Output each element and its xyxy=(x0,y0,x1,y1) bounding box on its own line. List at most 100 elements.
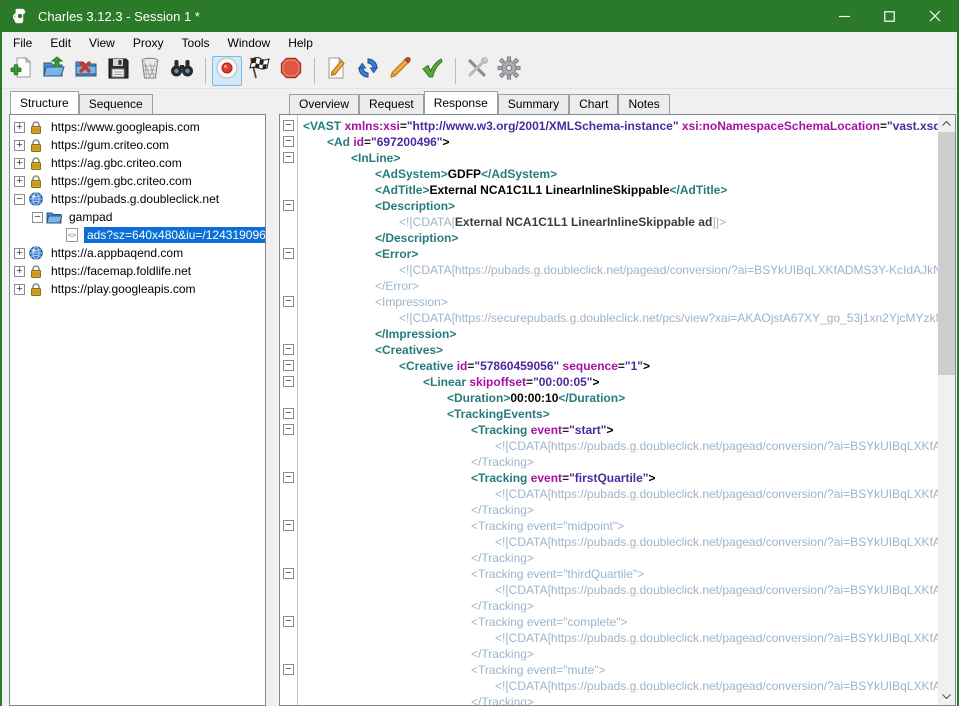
tab-sequence[interactable]: Sequence xyxy=(79,94,153,114)
tab-request[interactable]: Request xyxy=(359,94,424,114)
edit-button[interactable] xyxy=(385,56,415,86)
xml-line: <![CDATA[https://pubads.g.doubleclick.ne… xyxy=(299,582,938,598)
xml-line: </Error> xyxy=(299,278,938,294)
tab-structure[interactable]: Structure xyxy=(10,91,79,114)
tree-row[interactable]: + https://gem.gbc.criteo.com xyxy=(10,172,265,190)
xml-line: <![CDATA[External NCA1C1L1 LinearInlineS… xyxy=(299,214,938,230)
tree-row-label: https://gem.gbc.criteo.com xyxy=(48,173,195,189)
gear-icon xyxy=(497,56,521,85)
save-session-button[interactable] xyxy=(103,56,133,86)
tree-row-label: https://play.googleapis.com xyxy=(48,281,199,297)
xml-content: <VAST xmlns:xsi="http://www.w3.org/2001/… xyxy=(299,115,938,705)
close-icon xyxy=(929,10,941,22)
record-button[interactable] xyxy=(212,56,242,86)
xml-collapse-toggle[interactable]: − xyxy=(283,248,294,259)
xml-collapse-toggle[interactable]: − xyxy=(283,616,294,627)
refresh-icon xyxy=(356,56,380,85)
xml-collapse-toggle[interactable]: − xyxy=(283,424,294,435)
title-bar[interactable]: Charles 3.12.3 - Session 1 * xyxy=(2,0,957,32)
menu-help[interactable]: Help xyxy=(279,34,322,52)
minimize-button[interactable] xyxy=(822,0,867,32)
xml-collapse-toggle[interactable]: − xyxy=(283,344,294,355)
page-pencil-icon xyxy=(324,56,348,85)
menu-file[interactable]: File xyxy=(4,34,41,52)
tree-row[interactable]: +https://www.googleapis.com xyxy=(10,118,265,136)
tab-notes[interactable]: Notes xyxy=(618,94,669,114)
xml-line: <Tracking event="start"> xyxy=(299,422,938,438)
menu-proxy[interactable]: Proxy xyxy=(124,34,173,52)
expand-toggle-icon[interactable]: + xyxy=(14,140,25,151)
tab-summary[interactable]: Summary xyxy=(498,94,569,114)
xml-line: </Tracking> xyxy=(299,454,938,470)
xml-line: <![CDATA[https://pubads.g.doubleclick.ne… xyxy=(299,486,938,502)
checkered-flag-icon xyxy=(247,56,271,85)
menu-window[interactable]: Window xyxy=(219,34,280,52)
tree-row[interactable]: −gampad xyxy=(10,208,265,226)
chevron-up-icon xyxy=(942,121,951,126)
menu-tools[interactable]: Tools xyxy=(173,34,219,52)
xml-line: <Duration>00:00:10</Duration> xyxy=(299,390,938,406)
menu-edit[interactable]: Edit xyxy=(41,34,80,52)
scrollbar-thumb[interactable] xyxy=(938,132,955,375)
clear-session-button[interactable] xyxy=(135,56,165,86)
xml-collapse-toggle[interactable]: − xyxy=(283,664,294,675)
xml-line: </Tracking> xyxy=(299,694,938,705)
xml-collapse-toggle[interactable]: − xyxy=(283,296,294,307)
tools-button[interactable] xyxy=(462,56,492,86)
tree-row[interactable]: +https://a.appbaqend.com xyxy=(10,244,265,262)
menu-view[interactable]: View xyxy=(80,34,124,52)
xml-line: <Tracking event="complete"> xyxy=(299,614,938,630)
maximize-button[interactable] xyxy=(867,0,912,32)
settings-button[interactable] xyxy=(494,56,524,86)
tab-overview[interactable]: Overview xyxy=(289,94,359,114)
structure-tree[interactable]: +https://www.googleapis.com+https://gum.… xyxy=(9,114,266,706)
xml-collapse-toggle[interactable]: − xyxy=(283,376,294,387)
tab-chart[interactable]: Chart xyxy=(569,94,618,114)
xml-collapse-gutter: − − − − − − − − − − − − − − − − xyxy=(280,115,298,705)
repeat-button[interactable] xyxy=(353,56,383,86)
tab-response[interactable]: Response xyxy=(424,91,498,114)
throttling-button[interactable] xyxy=(244,56,274,86)
xml-collapse-toggle[interactable]: − xyxy=(283,568,294,579)
tree-row-label: https://pubads.g.doubleclick.net xyxy=(48,191,222,207)
toolbar-separator xyxy=(455,58,456,84)
lock-icon xyxy=(28,156,44,170)
collapse-toggle-icon[interactable]: − xyxy=(32,212,43,223)
tree-row[interactable]: + https://play.googleapis.com xyxy=(10,280,265,298)
xml-collapse-toggle[interactable]: − xyxy=(283,200,294,211)
xml-collapse-toggle[interactable]: − xyxy=(283,136,294,147)
globe-icon xyxy=(28,192,44,206)
open-session-button[interactable] xyxy=(39,56,69,86)
lock-icon xyxy=(28,282,44,296)
compose-button[interactable] xyxy=(321,56,351,86)
expand-toggle-icon[interactable]: + xyxy=(14,176,25,187)
new-session-button[interactable] xyxy=(7,56,37,86)
expand-toggle-icon[interactable]: + xyxy=(14,284,25,295)
xml-line: <AdSystem>GDFP</AdSystem> xyxy=(299,166,938,182)
xml-collapse-toggle[interactable]: − xyxy=(283,152,294,163)
folder-close-icon xyxy=(74,56,98,85)
tree-row[interactable]: <>ads?sz=640x480&iu=/124319096/ex xyxy=(10,226,265,244)
tree-row[interactable]: +https://gum.criteo.com xyxy=(10,136,265,154)
expand-toggle-icon[interactable]: + xyxy=(14,248,25,259)
tree-row[interactable]: +https://facemap.foldlife.net xyxy=(10,262,265,280)
close-button[interactable] xyxy=(912,0,957,32)
xml-collapse-toggle[interactable]: − xyxy=(283,120,294,131)
tree-row[interactable]: +https://ag.gbc.criteo.com xyxy=(10,154,265,172)
xml-collapse-toggle[interactable]: − xyxy=(283,520,294,531)
collapse-toggle-icon[interactable]: − xyxy=(14,194,25,205)
vertical-scrollbar[interactable] xyxy=(938,115,955,705)
xml-collapse-toggle[interactable]: − xyxy=(283,360,294,371)
close-session-button[interactable] xyxy=(71,56,101,86)
expand-toggle-icon[interactable]: + xyxy=(14,122,25,133)
scroll-down-button[interactable] xyxy=(938,688,955,705)
breakpoints-button[interactable] xyxy=(276,56,306,86)
scroll-up-button[interactable] xyxy=(938,115,955,132)
find-button[interactable] xyxy=(167,56,197,86)
xml-collapse-toggle[interactable]: − xyxy=(283,408,294,419)
expand-toggle-icon[interactable]: + xyxy=(14,266,25,277)
expand-toggle-icon[interactable]: + xyxy=(14,158,25,169)
xml-collapse-toggle[interactable]: − xyxy=(283,472,294,483)
validate-button[interactable] xyxy=(417,56,447,86)
tree-row[interactable]: − https://pubads.g.doubleclick.net xyxy=(10,190,265,208)
